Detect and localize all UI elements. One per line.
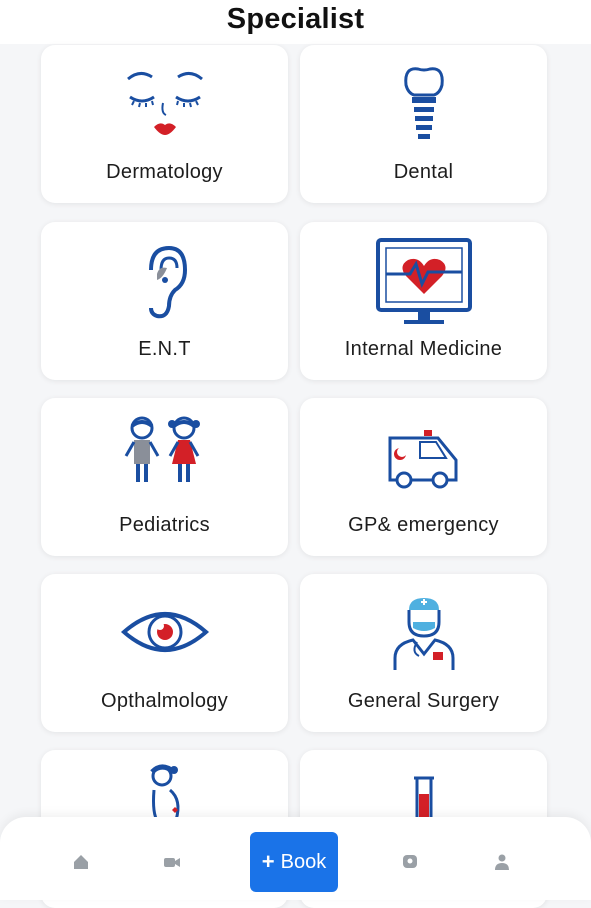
specialty-label: General Surgery	[347, 690, 500, 712]
face-icon	[41, 63, 288, 163]
video-icon[interactable]	[163, 853, 181, 871]
specialist-grid: Dermatology Dental E.N.T Internal Medici…	[0, 0, 591, 908]
book-button[interactable]: + Book	[250, 832, 338, 892]
specialty-label: GP& emergency	[348, 514, 499, 536]
specialty-card-dermatology[interactable]: Dermatology	[41, 45, 288, 203]
profile-icon[interactable]	[493, 853, 511, 871]
specialty-card-dental[interactable]: Dental	[300, 45, 547, 203]
ambulance-icon	[300, 428, 547, 528]
specialty-label: Dermatology	[106, 161, 223, 183]
specialty-label: E.N.T	[138, 338, 191, 360]
specialty-card-ent[interactable]: E.N.T	[41, 222, 288, 380]
specialty-label: Pediatrics	[119, 514, 210, 536]
specialty-card-opthalmology[interactable]: Opthalmology	[41, 574, 288, 732]
heart-monitor-icon	[300, 236, 547, 336]
specialty-card-pediatrics[interactable]: Pediatrics	[41, 398, 288, 556]
specialty-card-gp-emergency[interactable]: GP& emergency	[300, 398, 547, 556]
chat-icon[interactable]	[401, 853, 419, 871]
home-icon[interactable]	[72, 853, 90, 871]
surgeon-icon	[300, 596, 547, 696]
eye-icon	[41, 604, 288, 704]
specialty-label: Dental	[393, 161, 454, 183]
bottom-navigation: + Book	[0, 817, 591, 900]
specialty-label: Internal Medicine	[344, 338, 503, 360]
specialty-card-general-surgery[interactable]: General Surgery	[300, 574, 547, 732]
specialty-card-internal-medicine[interactable]: Internal Medicine	[300, 222, 547, 380]
specialty-label: Opthalmology	[101, 690, 228, 712]
plus-icon: +	[261, 849, 275, 874]
ear-icon	[41, 240, 288, 340]
children-icon	[41, 416, 288, 516]
book-button-label: Book	[280, 850, 327, 873]
tooth-implant-icon	[300, 63, 547, 163]
